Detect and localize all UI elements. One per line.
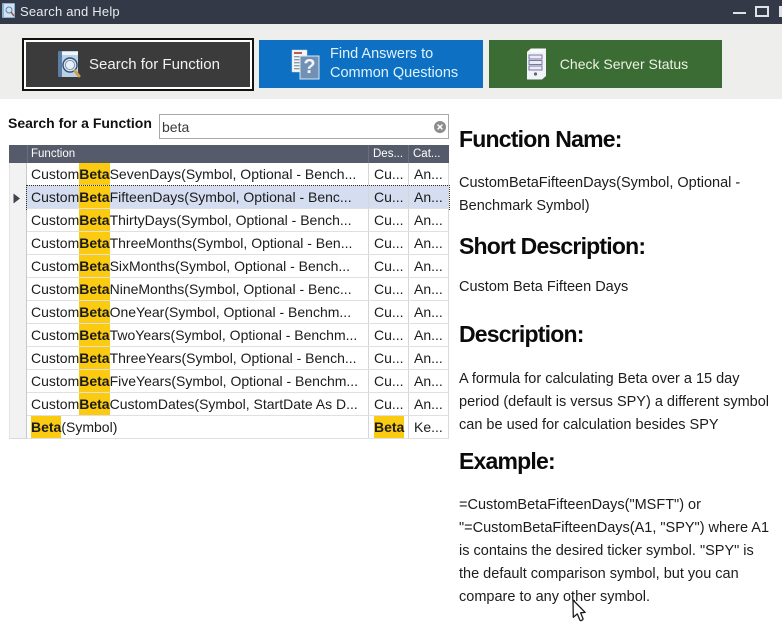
svg-text:?: ? bbox=[303, 56, 315, 78]
